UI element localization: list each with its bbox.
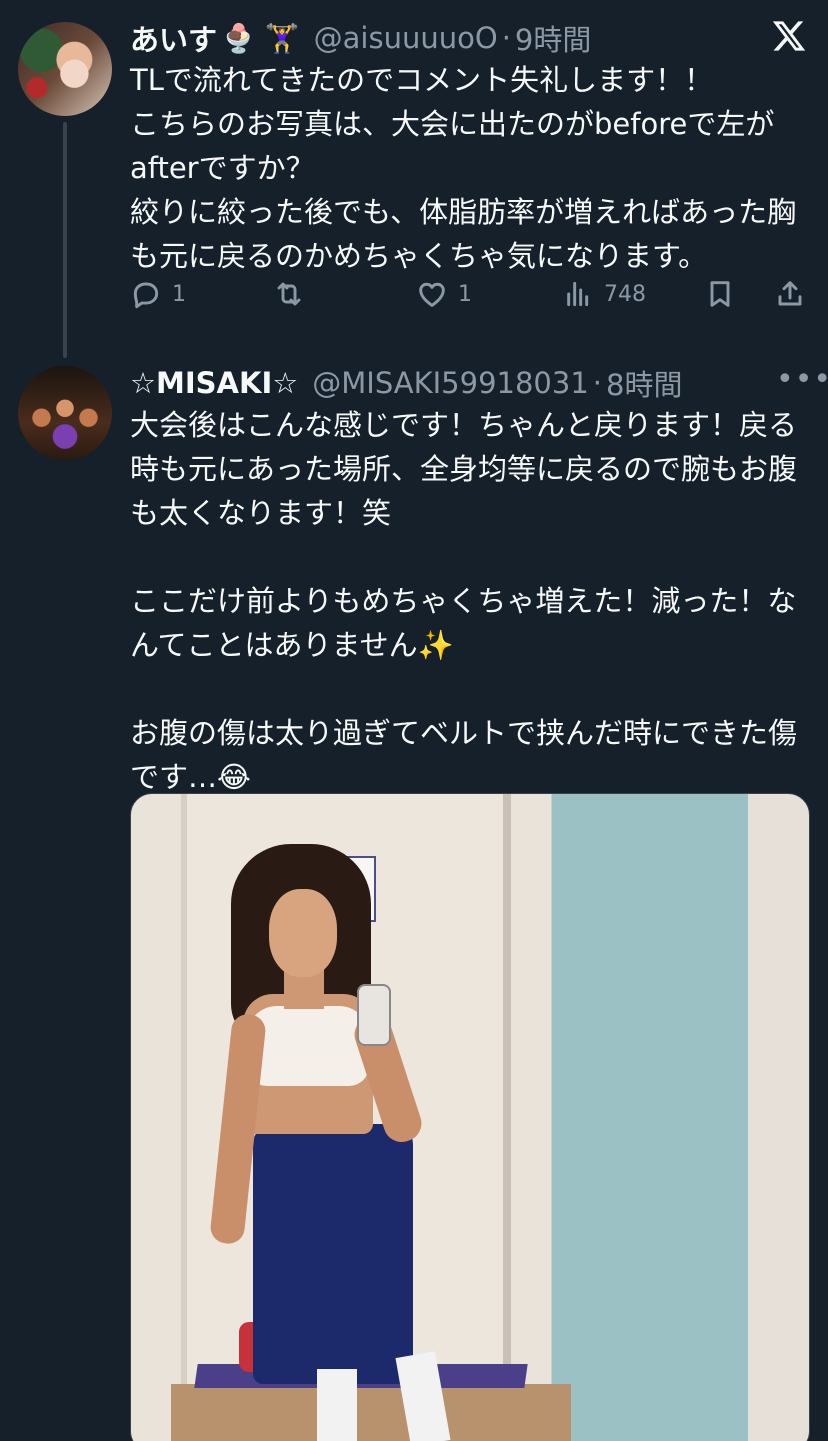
- reply-count: 1: [172, 281, 186, 307]
- photo-face: [269, 889, 337, 977]
- separator-dot: ·: [501, 21, 511, 55]
- retweet-icon: [277, 282, 301, 306]
- like-button[interactable]: 1: [416, 278, 472, 310]
- photo-sock: [317, 1369, 357, 1441]
- photo-floor: [171, 1384, 571, 1441]
- tweet-photo[interactable]: [130, 793, 810, 1441]
- user-handle[interactable]: @aisuuuuoO: [314, 21, 498, 55]
- share-icon: [778, 281, 802, 306]
- x-reply-thread: あいす 🍨 🏋️‍♀️ @aisuuuuoO · 9時間 TLで流れてきたのでコ…: [0, 0, 828, 1441]
- heart-icon: [419, 282, 445, 307]
- avatar[interactable]: [18, 366, 112, 460]
- tweet-header: ☆MISAKI☆ @MISAKI59918031 · 8時間: [130, 362, 682, 404]
- photo-leggings: [253, 1124, 413, 1384]
- reply-button[interactable]: 1: [130, 278, 186, 310]
- photo-sports-bra: [247, 1006, 369, 1086]
- retweet-button[interactable]: [273, 278, 315, 310]
- views-chart-icon: [567, 281, 589, 307]
- views-count: 748: [604, 281, 646, 307]
- more-options-icon[interactable]: •••: [776, 365, 828, 395]
- timestamp[interactable]: 8時間: [606, 362, 682, 404]
- thread-connector: [63, 122, 67, 358]
- timestamp[interactable]: 9時間: [515, 17, 591, 59]
- tweet-text: 大会後はこんな感じです！ちゃんと戻ります！戻る時も元にあった場所、全身均等に戻る…: [130, 408, 798, 794]
- bookmark-button[interactable]: [704, 278, 736, 310]
- x-logo-icon[interactable]: [770, 18, 808, 54]
- separator-dot: ·: [592, 366, 603, 400]
- name-emoji: 🍨 🏋️‍♀️: [221, 21, 300, 55]
- tweet-text: TLで流れてきたのでコメント失礼します！！ こちらのお写真は、大会に出たのがbe…: [130, 63, 797, 273]
- share-button[interactable]: [774, 278, 806, 310]
- tweet-action-bar: 1 1 748: [130, 278, 810, 318]
- avatar[interactable]: [18, 22, 112, 116]
- like-count: 1: [458, 281, 472, 307]
- bookmark-icon: [710, 281, 730, 307]
- reply-icon: [133, 282, 159, 309]
- photo-phone: [357, 984, 391, 1046]
- user-handle[interactable]: @MISAKI59918031: [312, 366, 589, 400]
- views-button[interactable]: 748: [562, 278, 646, 310]
- display-name[interactable]: ☆MISAKI☆: [130, 366, 298, 400]
- tweet-header: あいす 🍨 🏋️‍♀️ @aisuuuuoO · 9時間: [130, 17, 591, 59]
- display-name[interactable]: あいす: [130, 17, 217, 59]
